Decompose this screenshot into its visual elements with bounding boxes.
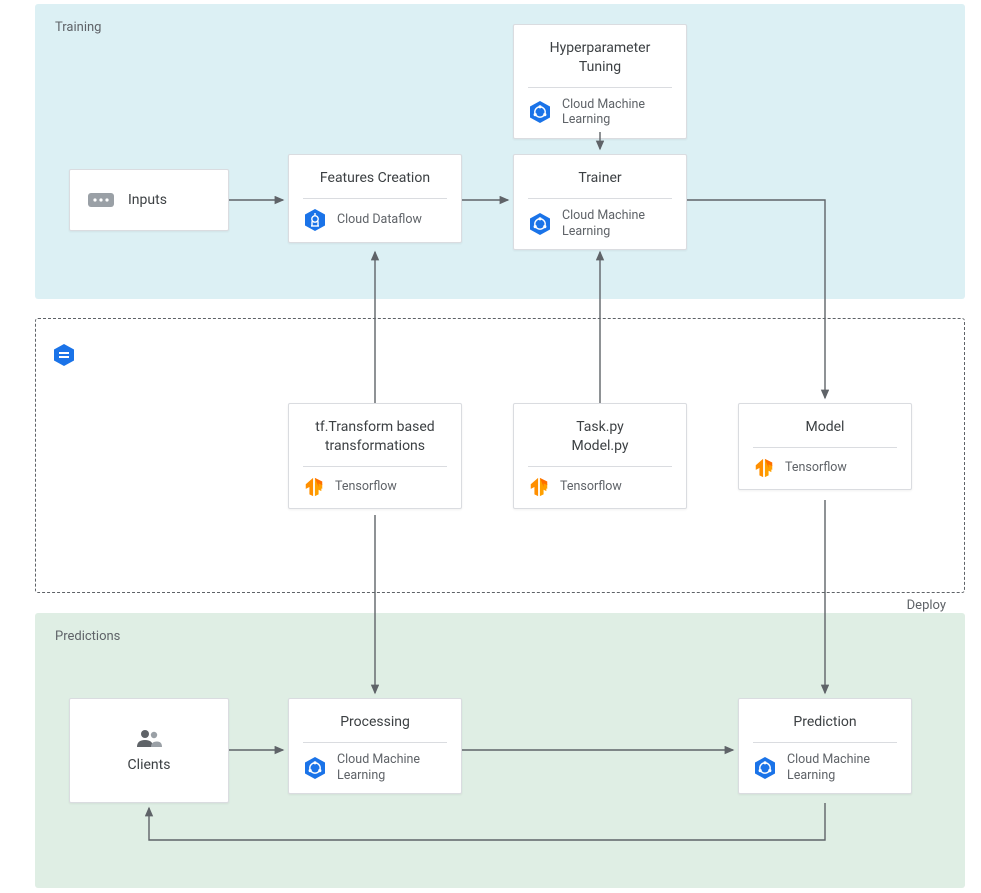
cml-hex-icon bbox=[528, 212, 552, 236]
panel-training-label: Training bbox=[55, 20, 101, 35]
node-inputs-title: Inputs bbox=[128, 192, 167, 208]
node-hyper-sub: Cloud Machine Learning bbox=[562, 97, 645, 128]
dataflow-hex-icon bbox=[303, 208, 327, 232]
node-taskmodel-sub: Tensorflow bbox=[560, 479, 622, 495]
node-features-title: Features Creation bbox=[289, 155, 461, 198]
node-clients: Clients bbox=[69, 698, 229, 803]
people-icon bbox=[135, 729, 163, 747]
node-processing: Processing Cloud Machine Learning bbox=[288, 698, 462, 794]
cml-hex-icon bbox=[303, 756, 327, 780]
node-trainer-title: Trainer bbox=[514, 155, 686, 198]
node-tftransform-title: tf.Transform based transformations bbox=[289, 404, 461, 466]
equals-hex-icon bbox=[52, 343, 76, 367]
panel-predictions-label: Predictions bbox=[55, 629, 120, 644]
tensorflow-icon bbox=[303, 476, 325, 498]
deploy-label: Deploy bbox=[907, 598, 946, 613]
node-prediction-sub: Cloud Machine Learning bbox=[787, 752, 870, 783]
node-hyper-title: Hyperparameter Tuning bbox=[514, 25, 686, 87]
node-trainer: Trainer Cloud Machine Learning bbox=[513, 154, 687, 250]
node-taskmodel-title: Task.py Model.py bbox=[514, 404, 686, 466]
tensorflow-icon bbox=[528, 476, 550, 498]
node-model-sub: Tensorflow bbox=[785, 460, 847, 476]
node-model: Model Tensorflow bbox=[738, 403, 912, 490]
panel-training: Training bbox=[35, 4, 965, 299]
node-hyper: Hyperparameter Tuning Cloud Machine Lear… bbox=[513, 24, 687, 139]
cml-hex-icon bbox=[753, 756, 777, 780]
node-prediction: Prediction Cloud Machine Learning bbox=[738, 698, 912, 794]
node-inputs: Inputs bbox=[69, 169, 229, 231]
node-trainer-sub: Cloud Machine Learning bbox=[562, 208, 645, 239]
node-processing-sub: Cloud Machine Learning bbox=[337, 752, 420, 783]
node-model-title: Model bbox=[739, 404, 911, 447]
node-clients-title: Clients bbox=[128, 757, 171, 773]
input-icon bbox=[88, 193, 114, 207]
cml-hex-icon bbox=[528, 100, 552, 124]
node-tftransform-sub: Tensorflow bbox=[335, 479, 397, 495]
node-prediction-title: Prediction bbox=[739, 699, 911, 742]
node-features: Features Creation Cloud Dataflow bbox=[288, 154, 462, 243]
node-tftransform: tf.Transform based transformations Tenso… bbox=[288, 403, 462, 509]
node-processing-title: Processing bbox=[289, 699, 461, 742]
tensorflow-icon bbox=[753, 457, 775, 479]
node-features-sub: Cloud Dataflow bbox=[337, 212, 422, 228]
node-taskmodel: Task.py Model.py Tensorflow bbox=[513, 403, 687, 509]
